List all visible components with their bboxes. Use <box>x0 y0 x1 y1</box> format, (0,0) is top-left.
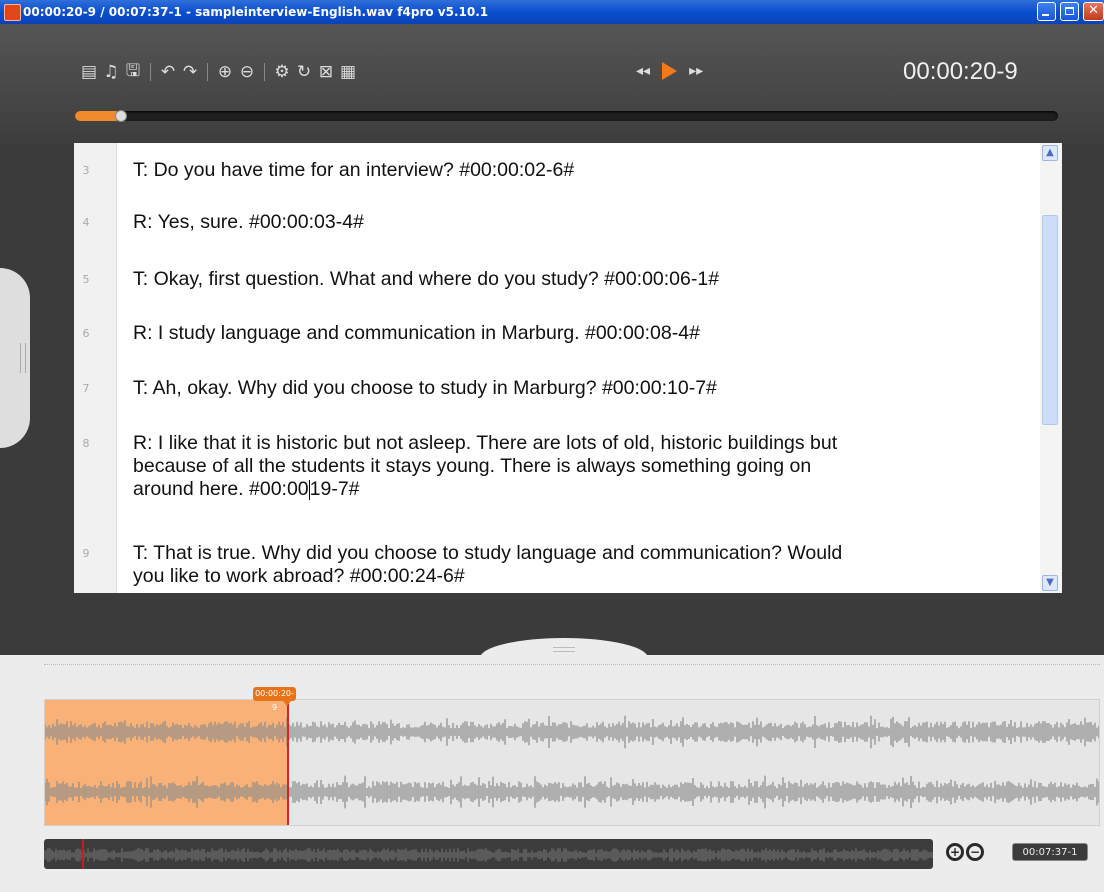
line-number: 5 <box>82 273 90 286</box>
waveform-graph <box>45 715 1099 809</box>
refresh-icon[interactable]: ↻ <box>293 62 315 82</box>
window-title: 00:00:20-9 / 00:07:37-1 - sampleintervie… <box>23 5 489 19</box>
line-text: T: That is true. Why did you choose to s… <box>133 542 843 564</box>
playhead-time-label: 00:00:20-9 <box>253 687 296 712</box>
line-number: 6 <box>82 327 90 340</box>
grip-icon <box>553 647 575 652</box>
overview-graph <box>44 848 933 862</box>
current-timecode: 00:00:20-9 <box>903 58 1018 85</box>
overview-channel <box>44 848 933 862</box>
waveform-channel <box>45 775 1099 809</box>
settings-icon[interactable]: ⚙ <box>271 62 293 82</box>
scroll-up-icon[interactable]: ▲ <box>1042 145 1058 161</box>
divider <box>44 664 1100 665</box>
line-text-after-caret: 19-7# <box>309 478 360 500</box>
transcript-editor[interactable]: 3 T: Do you have time for an interview? … <box>74 143 1062 593</box>
line-text: R: I like that it is historic but not as… <box>133 432 838 454</box>
playhead[interactable] <box>287 700 289 825</box>
overview-position-marker[interactable] <box>82 839 84 869</box>
title-bar: 00:00:20-9 / 00:07:37-1 - sampleintervie… <box>0 0 1104 24</box>
scrollbar-thumb[interactable] <box>1042 215 1058 425</box>
grip-icon <box>20 343 26 373</box>
fullscreen-icon[interactable]: ⊠ <box>315 62 337 82</box>
line-text: T: Okay, first question. What and where … <box>133 268 720 290</box>
scroll-down-icon[interactable]: ▼ <box>1042 575 1058 591</box>
zoom-out-icon[interactable]: ⊖ <box>236 62 258 82</box>
waveform[interactable] <box>44 699 1100 826</box>
music-note-icon[interactable]: ♫ <box>100 62 122 82</box>
toolbar-separator <box>264 63 265 81</box>
undo-icon[interactable]: ↶ <box>157 62 179 82</box>
waveform-zoom-controls: + − <box>946 843 984 861</box>
close-button[interactable] <box>1083 2 1104 21</box>
transport-controls: ◂◂ ▸▸ <box>636 62 703 80</box>
save-icon[interactable]: 🖫 <box>122 58 144 87</box>
overview-waveform[interactable] <box>44 839 933 869</box>
document-icon[interactable]: ▤ <box>78 62 100 82</box>
app-icon <box>4 4 21 21</box>
vertical-scrollbar[interactable]: ▲ ▼ <box>1040 143 1062 593</box>
line-text: T: Ah, okay. Why did you choose to study… <box>133 377 717 399</box>
line-number-gutter <box>74 143 117 593</box>
zoom-in-icon[interactable]: ⊕ <box>214 62 236 82</box>
total-duration: 00:07:37-1 <box>1012 843 1088 861</box>
line-text: R: I study language and communication in… <box>133 322 700 344</box>
waveform-channel <box>45 715 1099 749</box>
progress-slider[interactable] <box>75 110 1058 122</box>
line-text: R: Yes, sure. #00:00:03-4# <box>133 211 364 233</box>
progress-knob[interactable] <box>115 110 128 122</box>
video-icon[interactable]: ▦ <box>337 62 359 82</box>
line-text: T: Do you have time for an interview? #0… <box>133 159 575 181</box>
play-icon[interactable] <box>662 62 678 80</box>
redo-icon[interactable]: ↷ <box>179 62 201 82</box>
line-number: 7 <box>82 382 90 395</box>
line-text-before-caret: around here. #00:00 <box>133 478 309 500</box>
side-panel-handle[interactable] <box>0 268 30 448</box>
fast-forward-icon[interactable]: ▸▸ <box>689 63 703 79</box>
minimize-button[interactable] <box>1037 2 1056 21</box>
maximize-button[interactable] <box>1060 2 1079 21</box>
line-text: you like to work abroad? #00:00:24-6# <box>133 565 465 587</box>
line-number: 4 <box>82 216 90 229</box>
line-text: around here. #00:0019-7# <box>133 477 1013 502</box>
toolbar: ▤ ♫ 🖫 ↶ ↷ ⊕ ⊖ ⚙ ↻ ⊠ ▦ <box>78 60 359 84</box>
zoom-in-icon[interactable]: + <box>946 843 964 861</box>
line-number: 8 <box>82 437 90 450</box>
toolbar-separator <box>207 63 208 81</box>
line-number: 9 <box>82 547 90 560</box>
line-number: 3 <box>82 164 90 177</box>
toolbar-separator <box>150 63 151 81</box>
line-text: because of all the students it stays you… <box>133 455 812 477</box>
rewind-icon[interactable]: ◂◂ <box>636 63 650 79</box>
zoom-out-icon[interactable]: − <box>966 843 984 861</box>
